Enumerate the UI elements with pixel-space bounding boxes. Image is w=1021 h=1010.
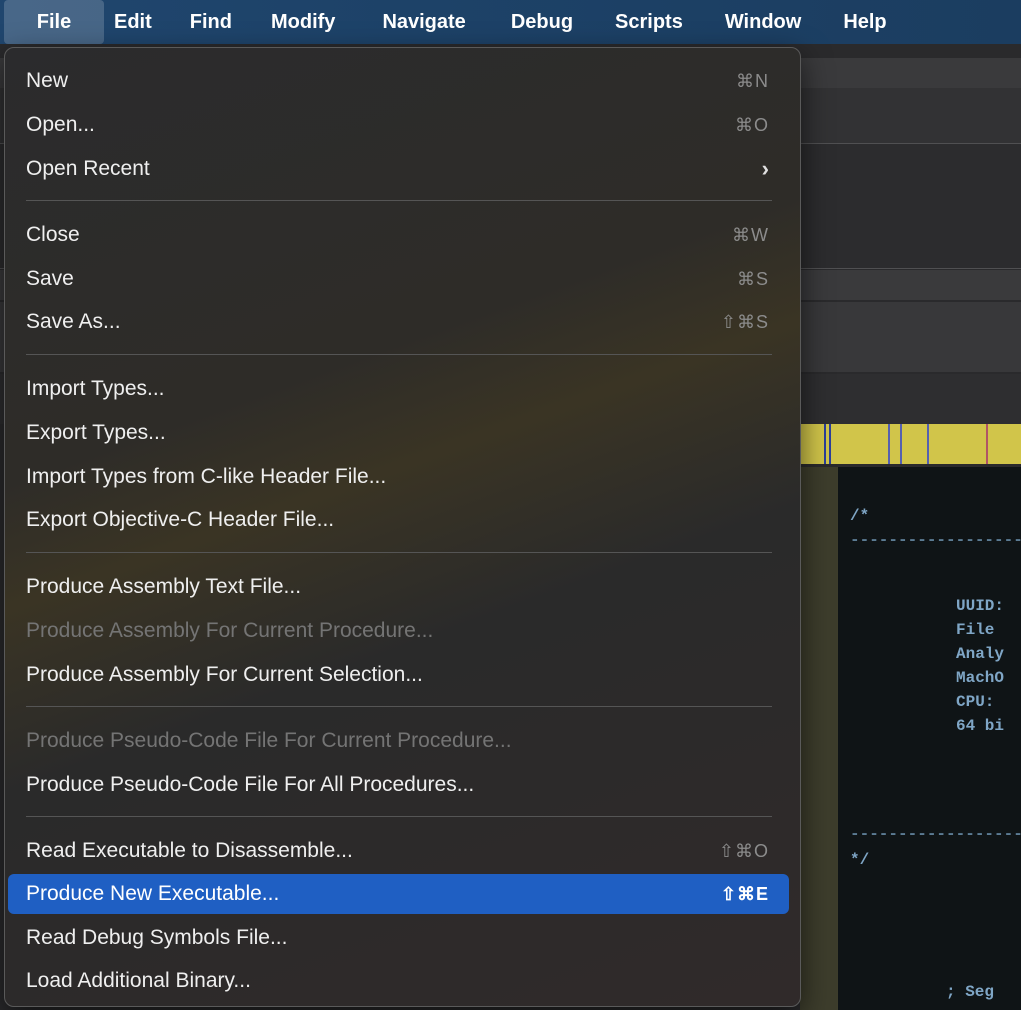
menu-item-produce-assembly-text[interactable]: Produce Assembly Text File... <box>8 567 789 607</box>
nav-marker <box>824 424 826 464</box>
shortcut-label: ⇧⌘S <box>720 311 769 332</box>
code-line: /* <box>850 507 870 525</box>
menu-item-label: Export Types... <box>26 421 166 444</box>
nav-marker <box>986 424 988 464</box>
menu-item-pseudo-code-current-procedure: Produce Pseudo-Code File For Current Pro… <box>8 721 789 761</box>
menu-item-new[interactable]: New ⌘N <box>8 61 789 101</box>
menu-item-label: Read Debug Symbols File... <box>26 926 288 949</box>
menu-item-open-recent[interactable]: Open Recent › <box>8 149 789 189</box>
menu-item-label: Save As... <box>26 310 121 333</box>
menu-modify[interactable]: Modify <box>271 0 335 44</box>
menu-item-produce-assembly-current-selection[interactable]: Produce Assembly For Current Selection..… <box>8 655 789 695</box>
chevron-right-icon: › <box>761 156 769 181</box>
menu-find[interactable]: Find <box>190 0 232 44</box>
menu-item-save[interactable]: Save ⌘S <box>8 259 789 299</box>
shortcut-label: ⌘W <box>732 224 769 245</box>
shortcut-label: ⌘N <box>736 70 769 91</box>
menu-item-open[interactable]: Open... ⌘O <box>8 105 789 145</box>
menu-item-label: Produce Pseudo-Code File For All Procedu… <box>26 773 475 796</box>
code-line: CPU: <box>956 693 995 711</box>
menu-file[interactable]: File <box>4 0 104 44</box>
menu-item-label: Produce New Executable... <box>26 882 280 905</box>
menu-window[interactable]: Window <box>725 0 801 44</box>
menu-item-label: Import Types from C-like Header File... <box>26 465 387 488</box>
menu-bar: File Edit Find Modify Navigate Debug Scr… <box>0 0 1021 44</box>
menu-item-read-debug-symbols[interactable]: Read Debug Symbols File... <box>8 918 789 958</box>
nav-marker <box>927 424 929 464</box>
shortcut-label: ⌘S <box>736 268 769 289</box>
shortcut-label: ⌘O <box>734 114 769 135</box>
menu-item-import-types[interactable]: Import Types... <box>8 369 789 409</box>
code-line: UUID: <box>956 597 1005 615</box>
menu-item-load-additional-binary[interactable]: Load Additional Binary... <box>8 961 789 1001</box>
menu-navigate[interactable]: Navigate <box>382 0 465 44</box>
menu-item-save-as[interactable]: Save As... ⇧⌘S <box>8 302 789 342</box>
menu-separator <box>26 706 772 707</box>
nav-marker <box>888 424 890 464</box>
nav-marker <box>829 424 831 464</box>
shortcut-label: ⇧⌘O <box>718 840 769 861</box>
menu-item-label: Open... <box>26 113 95 136</box>
menu-item-export-objc-header[interactable]: Export Objective-C Header File... <box>8 500 789 540</box>
menu-separator <box>26 354 772 355</box>
menu-scripts[interactable]: Scripts <box>615 0 683 44</box>
code-line: ; Seg <box>946 983 995 1001</box>
menu-item-label: Open Recent <box>26 157 150 180</box>
menu-item-label: Close <box>26 223 80 246</box>
menu-item-label: Produce Assembly For Current Procedure..… <box>26 619 434 642</box>
menu-help[interactable]: Help <box>843 0 886 44</box>
menu-debug[interactable]: Debug <box>511 0 573 44</box>
menu-separator <box>26 200 772 201</box>
code-line: File <box>956 621 995 639</box>
menu-edit[interactable]: Edit <box>114 0 152 44</box>
menu-item-produce-new-executable[interactable]: Produce New Executable... ⇧⌘E <box>8 874 789 914</box>
menu-item-label: New <box>26 69 69 92</box>
code-line: 64 bi <box>956 717 1005 735</box>
menu-item-produce-assembly-current-procedure: Produce Assembly For Current Procedure..… <box>8 611 789 651</box>
nav-marker <box>900 424 902 464</box>
menu-separator <box>26 552 772 553</box>
code-view[interactable]: /* ------------------ UUID: File Analy M… <box>838 467 1021 1010</box>
code-line: MachO <box>956 669 1005 687</box>
menu-item-pseudo-code-all-procedures[interactable]: Produce Pseudo-Code File For All Procedu… <box>8 765 789 805</box>
menu-item-import-c-header[interactable]: Import Types from C-like Header File... <box>8 457 789 497</box>
menu-item-label: Import Types... <box>26 377 165 400</box>
code-gutter <box>800 467 838 1010</box>
menu-separator <box>26 816 772 817</box>
menu-item-label: Load Additional Binary... <box>26 969 251 992</box>
menu-item-label: Produce Assembly For Current Selection..… <box>26 663 423 686</box>
menu-item-label: Save <box>26 267 74 290</box>
menu-item-label: Export Objective-C Header File... <box>26 508 335 531</box>
menu-item-close[interactable]: Close ⌘W <box>8 215 789 255</box>
menu-item-export-types[interactable]: Export Types... <box>8 413 789 453</box>
navigation-bar[interactable] <box>800 424 1021 464</box>
menu-item-label: Produce Assembly Text File... <box>26 575 302 598</box>
code-line: */ <box>850 851 870 869</box>
code-separator: ------------------ <box>850 531 1021 549</box>
menu-item-read-executable[interactable]: Read Executable to Disassemble... ⇧⌘O <box>8 831 789 871</box>
menu-item-label: Produce Pseudo-Code File For Current Pro… <box>26 729 512 752</box>
menu-item-label: Read Executable to Disassemble... <box>26 839 353 862</box>
code-line: Analy <box>956 645 1005 663</box>
shortcut-label: ⇧⌘E <box>720 883 769 904</box>
code-separator: ------------------ <box>850 825 1021 843</box>
